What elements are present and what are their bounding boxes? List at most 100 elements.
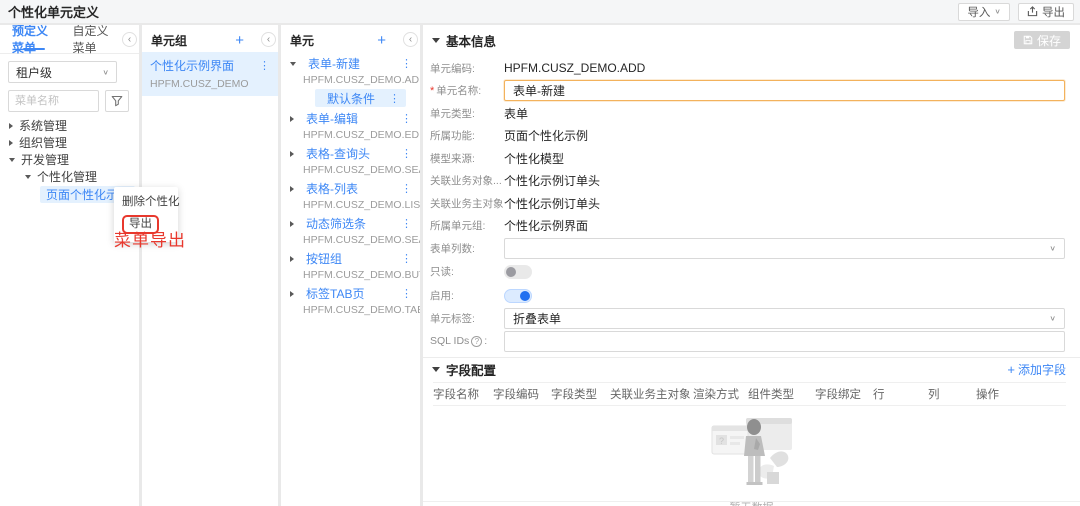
export-icon — [1027, 6, 1038, 17]
panel-bottom-divider — [423, 501, 1080, 502]
unit-item-row[interactable]: 按钮组 ⋮ — [281, 250, 420, 267]
caret-right-icon — [290, 221, 294, 227]
column-header: 字段类型 — [551, 386, 610, 402]
more-icon[interactable]: ⋮ — [395, 182, 412, 195]
field-unit-group: 所属单元组: 个性化示例界面 — [430, 215, 1065, 238]
add-field-button[interactable]: + 添加字段 — [1007, 361, 1066, 378]
import-button[interactable]: 导入 ∨ — [958, 3, 1010, 21]
readonly-toggle[interactable] — [504, 265, 532, 279]
menu-panel: 预定义菜单 自定义菜单 ‹ 租户级 ∨ 系统管理 组织管理 — [0, 25, 139, 506]
unit-name-input[interactable] — [504, 80, 1065, 101]
field-related-object: 关联业务对象... : 个性化示例订单头 — [430, 170, 1065, 193]
tab-predefined-menu[interactable]: 预定义菜单 — [12, 25, 57, 53]
level-select-value: 租户级 — [16, 64, 52, 81]
unit-group-title: 单元组 — [151, 32, 235, 49]
field-sql-ids: SQL IDs ? : — [430, 330, 1065, 353]
column-header: 渲染方式 — [693, 386, 748, 402]
unit-panel: 单元 + ‹ 表单-新建 ⋮ HPFM.CUSZ_DEMO.ADD 默认条件 ⋮ — [281, 25, 420, 506]
basic-info-title: 基本信息 — [446, 31, 496, 50]
unit-tag-select[interactable]: 折叠表单 ∨ — [504, 308, 1065, 329]
unit-item: 按钮组 ⋮ HPFM.CUSZ_DEMO.BUTT... — [281, 250, 420, 285]
detail-panel: 基本信息 保存 单元编码: HPFM.CUSZ_DEMO.ADD * 单元名称: — [423, 25, 1080, 506]
tree-item-personalization-mgmt[interactable]: 个性化管理 — [0, 168, 139, 185]
more-icon[interactable]: ⋮ — [395, 57, 412, 70]
more-icon[interactable]: ⋮ — [395, 112, 412, 125]
menu-item-delete-personalization[interactable]: 删除个性化 — [114, 190, 178, 212]
unit-title: 单元 — [290, 32, 377, 49]
caret-down-icon — [432, 367, 440, 372]
required-asterisk: * — [430, 85, 434, 97]
field-config-header: 字段配置 + 添加字段 — [423, 358, 1080, 382]
unit-item-row[interactable]: 表格-列表 ⋮ — [281, 180, 420, 197]
sql-ids-input[interactable] — [504, 331, 1065, 352]
unit-item: 表单-编辑 ⋮ HPFM.CUSZ_DEMO.EDIT — [281, 110, 420, 145]
more-icon[interactable]: ⋮ — [253, 59, 270, 72]
field-table-header: 字段名称 字段编码 字段类型 关联业务主对象 渲染方式 组件类型 字段绑定 行 … — [433, 382, 1066, 406]
unit-item-row[interactable]: 表单-编辑 ⋮ — [281, 110, 420, 127]
field-enabled: 启用: — [430, 284, 1065, 308]
column-header: 组件类型 — [748, 386, 815, 402]
save-icon — [1023, 35, 1033, 45]
collapse-panel-icon[interactable]: ‹ — [403, 32, 418, 47]
caret-down-icon — [290, 62, 296, 66]
more-icon[interactable]: ⋮ — [395, 252, 412, 265]
caret-down-icon — [25, 175, 31, 179]
unit-item: 表单-新建 ⋮ HPFM.CUSZ_DEMO.ADD 默认条件 ⋮ — [281, 55, 420, 110]
export-button[interactable]: 导出 — [1018, 3, 1074, 21]
collapse-panel-icon[interactable]: ‹ — [122, 32, 137, 47]
field-unit-tag: 单元标签: 折叠表单 ∨ — [430, 308, 1065, 331]
tree-item-org-mgmt[interactable]: 组织管理 — [0, 134, 139, 151]
tab-custom-menu[interactable]: 自定义菜单 — [73, 25, 118, 53]
tree-item-dev-mgmt[interactable]: 开发管理 — [0, 151, 139, 168]
column-header: 字段名称 — [433, 386, 493, 402]
add-unit-group-icon[interactable]: + — [235, 33, 244, 48]
tree-item-system-mgmt[interactable]: 系统管理 — [0, 117, 139, 134]
unit-group-header: 单元组 + ‹ — [142, 28, 278, 52]
level-select[interactable]: 租户级 ∨ — [8, 61, 117, 83]
chevron-down-icon: ∨ — [102, 68, 109, 77]
unit-item: 表格-列表 ⋮ HPFM.CUSZ_DEMO.LIST — [281, 180, 420, 215]
enabled-toggle[interactable] — [504, 289, 532, 303]
unit-item-row[interactable]: 标签TAB页 ⋮ — [281, 285, 420, 302]
filter-button[interactable] — [105, 90, 129, 112]
unit-item-row[interactable]: 表格-查询头 ⋮ — [281, 145, 420, 162]
annotation-menu-export: 菜单导出 — [114, 226, 186, 251]
import-button-label: 导入 — [967, 4, 990, 20]
unit-item-row[interactable]: 表单-新建 ⋮ — [281, 55, 420, 72]
field-unit-type: 单元类型: 表单 — [430, 102, 1065, 125]
save-button[interactable]: 保存 — [1014, 31, 1070, 49]
titlebar: 个性化单元定义 导入 ∨ 导出 — [0, 0, 1080, 23]
unit-item: 表格-查询头 ⋮ HPFM.CUSZ_DEMO.SEARCH — [281, 145, 420, 180]
column-header: 行 — [873, 386, 928, 402]
unit-item: 标签TAB页 ⋮ HPFM.CUSZ_DEMO.TAB — [281, 285, 420, 320]
collapse-panel-icon[interactable]: ‹ — [261, 32, 276, 47]
unit-group-panel: 单元组 + ‹ 个性化示例界面 ⋮ HPFM.CUSZ_DEMO — [142, 25, 278, 506]
more-icon[interactable]: ⋮ — [395, 217, 412, 230]
unit-group-item[interactable]: 个性化示例界面 ⋮ HPFM.CUSZ_DEMO — [142, 52, 278, 96]
personalized-unit-definition-page: 个性化单元定义 导入 ∨ 导出 预定义菜单 自定义菜单 ‹ 租户级 ∨ — [0, 0, 1080, 506]
more-icon[interactable]: ⋮ — [395, 147, 412, 160]
caret-down-icon — [432, 38, 440, 43]
caret-right-icon — [290, 151, 294, 157]
basic-info-form: 单元编码: HPFM.CUSZ_DEMO.ADD * 单元名称: 单元类型: 表… — [423, 51, 1080, 353]
more-icon[interactable]: ⋮ — [395, 287, 412, 300]
caret-right-icon — [290, 186, 294, 192]
menu-search-row — [8, 90, 129, 112]
toggle-knob — [506, 267, 516, 277]
form-columns-select[interactable]: ∨ — [504, 238, 1065, 259]
help-icon[interactable]: ? — [471, 336, 482, 347]
more-icon[interactable]: ⋮ — [383, 92, 400, 105]
page-title: 个性化单元定义 — [0, 2, 99, 21]
add-unit-icon[interactable]: + — [377, 33, 386, 48]
menu-search-input[interactable] — [8, 90, 99, 112]
field-readonly: 只读: — [430, 260, 1065, 284]
caret-right-icon — [290, 116, 294, 122]
unit-item-row[interactable]: 动态筛选条 ⋮ — [281, 215, 420, 232]
export-button-label: 导出 — [1042, 4, 1065, 20]
caret-right-icon — [9, 140, 13, 146]
column-header: 列 — [928, 386, 976, 402]
column-header: 关联业务主对象 — [610, 386, 693, 402]
unit-child-default-condition[interactable]: 默认条件 ⋮ — [315, 89, 406, 107]
caret-right-icon — [9, 123, 13, 129]
field-form-columns: 表单列数: ∨ — [430, 237, 1065, 260]
